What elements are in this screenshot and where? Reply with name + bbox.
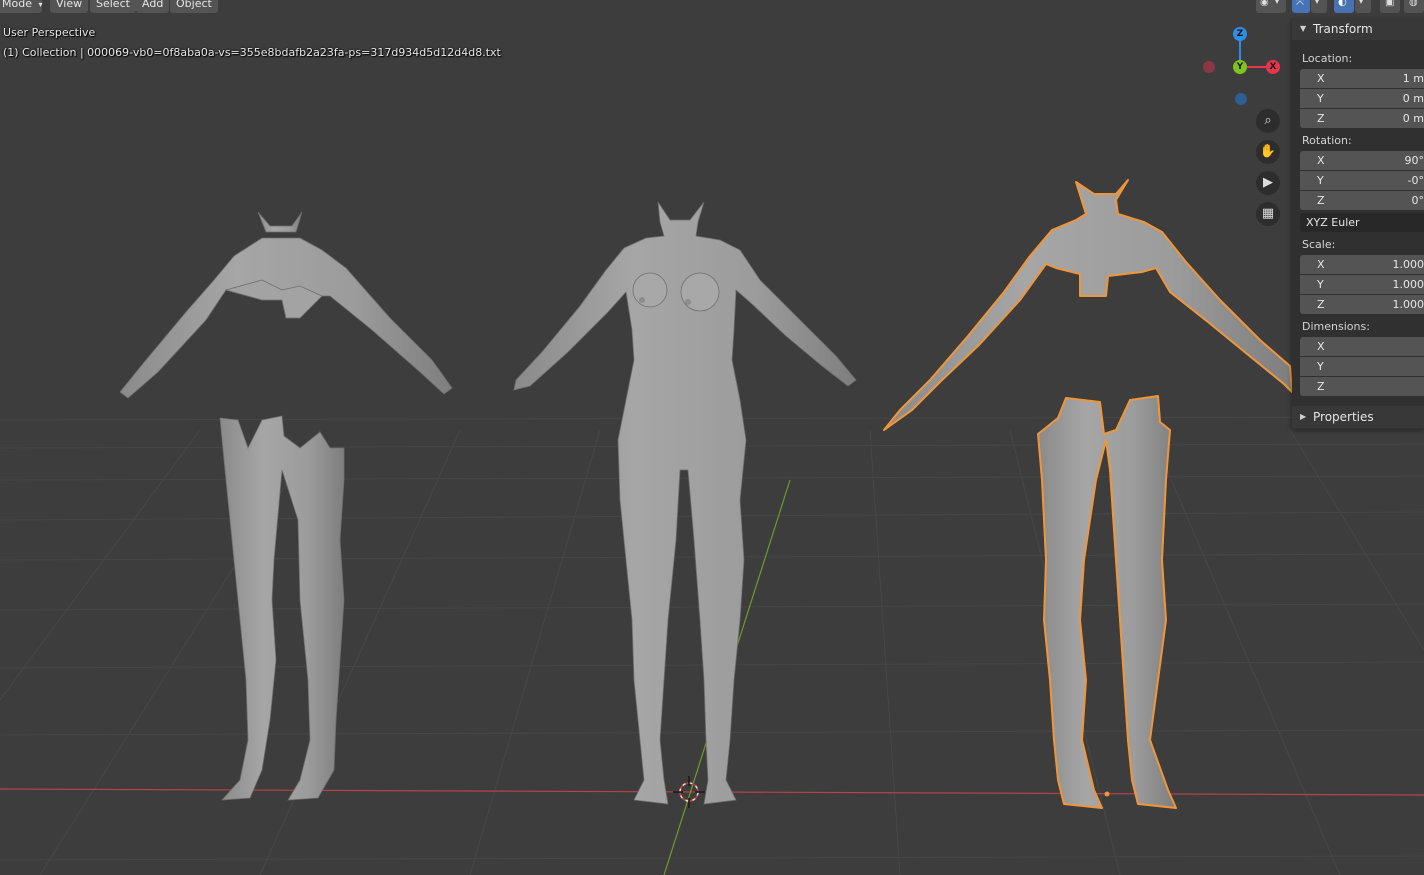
field-value: 0 m bbox=[1402, 112, 1424, 125]
field-value: 0 m bbox=[1402, 92, 1424, 105]
field-value: 1.000 bbox=[1392, 298, 1424, 311]
gizmo-icon: ⤧ bbox=[1296, 0, 1304, 8]
dimensions-z-field[interactable]: Z bbox=[1300, 377, 1424, 396]
axis-label: X bbox=[1317, 72, 1325, 85]
location-y-field[interactable]: Y 0 m bbox=[1300, 89, 1424, 108]
view-name: User Perspective bbox=[3, 26, 96, 39]
visibility-dropdown[interactable]: ◉ ▾ bbox=[1256, 0, 1286, 13]
menu-view[interactable]: View bbox=[50, 0, 89, 13]
collection-info: (1) Collection | 000069-vb0=0f8aba0a-vs=… bbox=[3, 46, 501, 59]
axis-label: Y bbox=[1317, 278, 1324, 291]
menu-object[interactable]: Object bbox=[170, 0, 218, 13]
wireframe-sphere-icon: ◍ bbox=[1409, 0, 1418, 8]
gizmo-dropdown[interactable]: ▾ bbox=[1311, 0, 1327, 13]
left-mesh bbox=[119, 211, 453, 801]
axis-label: Z bbox=[1317, 380, 1325, 393]
dimensions-x-field[interactable]: X bbox=[1300, 337, 1424, 356]
menu-select[interactable]: Select bbox=[90, 0, 136, 13]
chevron-down-icon: ▾ bbox=[38, 0, 43, 9]
transform-panel-header[interactable]: ▼ Transform bbox=[1292, 18, 1424, 40]
axis-label: Y bbox=[1317, 92, 1324, 105]
gizmo-neg-x-icon[interactable] bbox=[1203, 61, 1215, 73]
overlay-dropdown[interactable]: ▾ bbox=[1355, 0, 1371, 13]
rotation-z-field[interactable]: Z 0° bbox=[1300, 191, 1424, 210]
menu-select-label: Select bbox=[96, 0, 130, 10]
axis-label: Y bbox=[1317, 174, 1324, 187]
rotation-mode-dropdown[interactable]: XYZ Euler bbox=[1300, 213, 1424, 232]
scale-x-field[interactable]: X 1.000 bbox=[1300, 255, 1424, 274]
navigation-gizmo[interactable]: Z Y X bbox=[1200, 26, 1284, 110]
gizmo-x-icon[interactable]: X bbox=[1266, 60, 1280, 74]
menu-add[interactable]: Add bbox=[136, 0, 170, 13]
sidebar-n-panel[interactable]: ▼ Transform Location: X 1 m Y 0 m Z 0 m … bbox=[1292, 18, 1424, 430]
location-label: Location: bbox=[1302, 52, 1353, 65]
axis-label: Z bbox=[1317, 298, 1325, 311]
shading-wireframe[interactable]: ◍ bbox=[1404, 0, 1424, 13]
chevron-down-icon: ▾ bbox=[1315, 0, 1320, 6]
axis-label: X bbox=[1317, 258, 1325, 271]
center-mesh bbox=[513, 201, 857, 805]
axis-label: Y bbox=[1317, 360, 1324, 373]
menu-object-label: Object bbox=[176, 0, 212, 10]
mode-dropdown[interactable]: Mode ▾ bbox=[0, 0, 43, 13]
camera-icon[interactable]: ▶ bbox=[1256, 171, 1280, 195]
properties-title: Properties bbox=[1313, 410, 1374, 424]
menu-view-label: View bbox=[56, 0, 83, 10]
zoom-icon[interactable]: ⌕ bbox=[1256, 109, 1280, 133]
gizmo-toggle[interactable]: ⤧ bbox=[1292, 0, 1310, 13]
eye-icon: ◉ bbox=[1260, 0, 1269, 8]
xray-icon: ▣ bbox=[1385, 0, 1395, 8]
axis-label: X bbox=[1317, 154, 1325, 167]
dimensions-label: Dimensions: bbox=[1302, 320, 1370, 333]
scene-canvas[interactable] bbox=[0, 0, 1424, 875]
hand-pan-icon[interactable]: ✋ bbox=[1256, 140, 1280, 164]
grid-ortho-icon[interactable]: ▦ bbox=[1256, 202, 1280, 226]
properties-panel-header[interactable]: ▶ Properties bbox=[1292, 406, 1424, 428]
overlay-toggle[interactable]: ◐ bbox=[1334, 0, 1354, 13]
location-z-field[interactable]: Z 0 m bbox=[1300, 109, 1424, 128]
gizmo-z-icon[interactable]: Z bbox=[1233, 27, 1247, 41]
chevron-down-icon: ▾ bbox=[1359, 0, 1364, 6]
rotation-x-field[interactable]: X 90° bbox=[1300, 151, 1424, 170]
gizmo-y-icon[interactable]: Y bbox=[1233, 60, 1247, 74]
3d-viewport[interactable]: Mode ▾ View Select Add Object ◉ ▾ ⤧ ▾ ◐ … bbox=[0, 0, 1424, 875]
scale-z-field[interactable]: Z 1.000 bbox=[1300, 295, 1424, 314]
axis-label: Z bbox=[1317, 194, 1325, 207]
menu-add-label: Add bbox=[142, 0, 164, 10]
gizmo-neg-z-icon[interactable] bbox=[1235, 93, 1247, 105]
field-value: 90° bbox=[1404, 154, 1424, 167]
scale-y-field[interactable]: Y 1.000 bbox=[1300, 275, 1424, 294]
rotation-label: Rotation: bbox=[1302, 134, 1352, 147]
rotation-y-field[interactable]: Y -0° bbox=[1300, 171, 1424, 190]
chevron-down-icon: ▾ bbox=[1275, 0, 1280, 6]
field-value: 0° bbox=[1411, 194, 1424, 207]
scale-label: Scale: bbox=[1302, 238, 1336, 251]
origin-point bbox=[1104, 791, 1110, 797]
field-value: 1 m bbox=[1402, 72, 1424, 85]
field-value: 1.000 bbox=[1392, 258, 1424, 271]
location-x-field[interactable]: X 1 m bbox=[1300, 69, 1424, 88]
triangle-down-icon: ▼ bbox=[1300, 24, 1307, 33]
dimensions-y-field[interactable]: Y bbox=[1300, 357, 1424, 376]
triangle-right-icon: ▶ bbox=[1300, 412, 1307, 421]
axis-label: Z bbox=[1317, 112, 1325, 125]
xray-toggle[interactable]: ▣ bbox=[1380, 0, 1400, 13]
overlay-icon: ◐ bbox=[1338, 0, 1347, 8]
mode-label: Mode bbox=[2, 0, 32, 10]
right-mesh-selected bbox=[883, 179, 1293, 809]
axis-label: X bbox=[1317, 340, 1325, 353]
field-value: 1.000 bbox=[1392, 278, 1424, 291]
field-value: -0° bbox=[1407, 174, 1424, 187]
transform-title: Transform bbox=[1313, 22, 1373, 36]
